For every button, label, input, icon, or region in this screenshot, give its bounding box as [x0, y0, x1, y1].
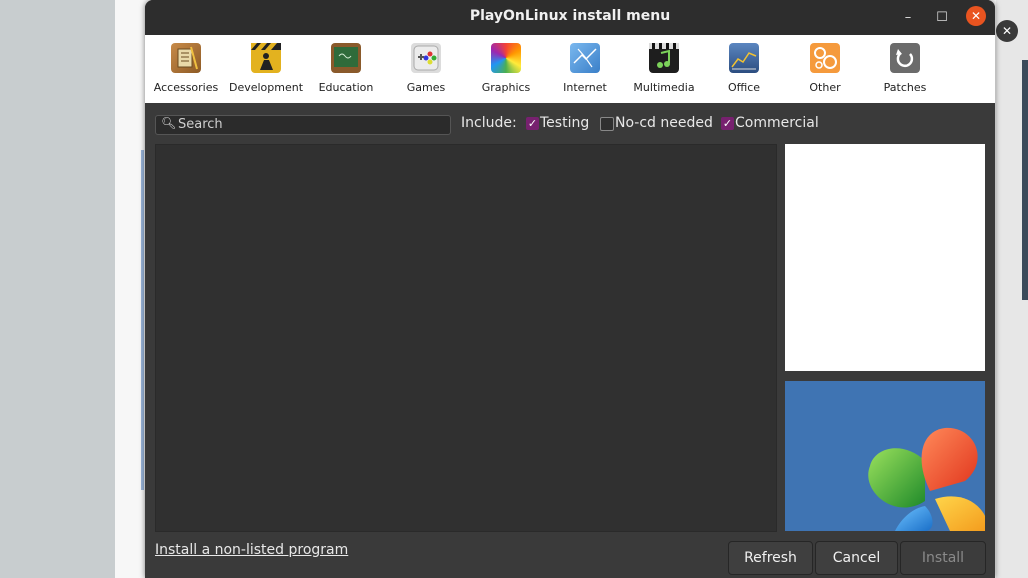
education-icon: [331, 43, 361, 73]
category-toolbar: Accessories Development Education Games …: [145, 35, 995, 103]
category-education[interactable]: Education: [306, 35, 386, 103]
background-app-panel: [1022, 60, 1028, 300]
commercial-label[interactable]: Commercial: [735, 115, 819, 131]
cancel-button[interactable]: Cancel: [815, 541, 898, 575]
testing-checkbox[interactable]: ✓: [526, 117, 539, 130]
category-games[interactable]: Games: [386, 35, 466, 103]
refresh-button[interactable]: Refresh: [728, 541, 813, 575]
no-cd-checkbox[interactable]: [600, 117, 614, 131]
category-multimedia[interactable]: Multimedia: [624, 35, 704, 103]
minimize-button[interactable]: –: [898, 8, 918, 28]
search-placeholder: Search: [178, 117, 223, 132]
multimedia-icon: [649, 43, 679, 73]
clover-logo-icon: [785, 381, 985, 531]
maximize-button[interactable]: ☐: [932, 8, 952, 28]
background-close-button[interactable]: ✕: [996, 20, 1018, 42]
category-graphics[interactable]: Graphics: [466, 35, 546, 103]
category-office[interactable]: Office: [704, 35, 784, 103]
search-input[interactable]: 🔍︎ Search: [155, 115, 451, 135]
program-description-panel: [785, 144, 985, 371]
close-button[interactable]: ✕: [966, 6, 986, 26]
games-icon: [411, 43, 441, 73]
desktop-background: [0, 0, 115, 578]
no-cd-label[interactable]: No-cd needed: [615, 115, 713, 131]
graphics-icon: [491, 43, 521, 73]
accessories-icon: [171, 43, 201, 73]
window-title: PlayOnLinux install menu: [469, 8, 671, 24]
commercial-checkbox[interactable]: ✓: [721, 117, 734, 130]
include-label: Include:: [461, 115, 517, 131]
titlebar: PlayOnLinux install menu – ☐ ✕: [145, 0, 995, 35]
install-non-listed-link[interactable]: Install a non-listed program: [155, 542, 348, 558]
office-icon: [729, 43, 759, 73]
filter-bar: 🔍︎ Search Include: ✓ Testing No-cd neede…: [145, 103, 995, 143]
internet-icon: [570, 43, 600, 73]
install-menu-window: PlayOnLinux install menu – ☐ ✕ Accessori…: [145, 0, 995, 578]
category-patches[interactable]: Patches: [865, 35, 945, 103]
background-app-edge: [141, 150, 144, 490]
category-internet[interactable]: Internet: [545, 35, 625, 103]
category-accessories[interactable]: Accessories: [146, 35, 226, 103]
playonlinux-logo-image: [785, 381, 985, 531]
install-button[interactable]: Install: [900, 541, 986, 575]
search-icon: 🔍︎: [161, 116, 177, 130]
program-list[interactable]: [155, 144, 777, 532]
category-development[interactable]: Development: [226, 35, 306, 103]
other-icon: [810, 43, 840, 73]
category-other[interactable]: Other: [785, 35, 865, 103]
testing-label[interactable]: Testing: [540, 115, 589, 131]
development-icon: [251, 43, 281, 73]
patches-icon: [890, 43, 920, 73]
category-label: Patches: [883, 81, 927, 94]
